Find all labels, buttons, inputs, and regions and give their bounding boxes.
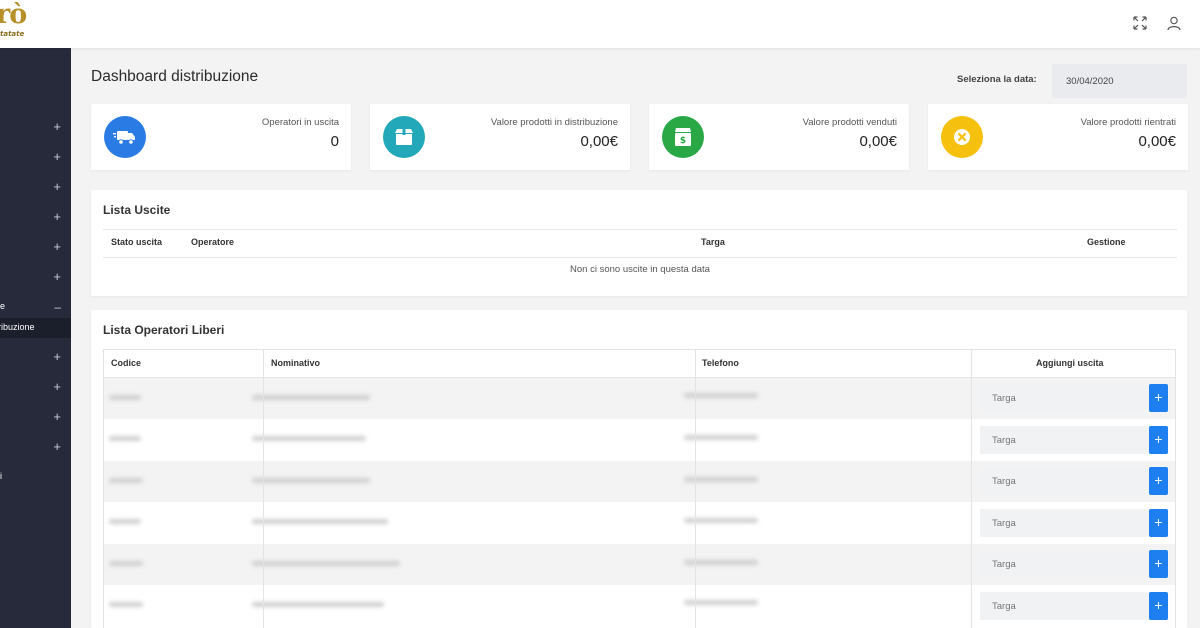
card-label: Valore prodotti venduti	[802, 117, 897, 128]
operatori-title: Lista Operatori Liberi	[103, 323, 225, 337]
logo[interactable]: rò tatate	[0, 2, 40, 42]
sidebar-item-9[interactable]: +	[0, 374, 71, 402]
column-header-operatore: Operatore	[191, 237, 235, 247]
expand-toggle-icon: +	[53, 209, 61, 224]
column-divider	[971, 350, 972, 628]
add-uscita-button[interactable]: +	[1149, 592, 1168, 620]
operatori-table: Codice Nominativo Telefono Aggiungi usci…	[103, 349, 1176, 628]
targa-input[interactable]	[980, 384, 1150, 412]
column-header-codice: Codice	[111, 358, 142, 368]
empty-message: Non ci sono uscite in questa data	[570, 264, 710, 275]
card-value: 0,00€	[580, 133, 618, 150]
svg-text:$: $	[680, 136, 686, 146]
sidebar-item-10[interactable]: +	[0, 404, 71, 432]
column-header-stato: Stato uscita	[111, 237, 163, 247]
redacted-codice	[109, 561, 143, 566]
sidebar-item-5[interactable]: +	[0, 234, 71, 262]
card-label: Operatori in uscita	[261, 117, 339, 128]
column-header-gestione: Gestione	[1087, 237, 1126, 247]
column-divider	[695, 350, 696, 628]
add-uscita-button[interactable]: +	[1149, 509, 1168, 537]
expand-toggle-icon: +	[53, 269, 61, 284]
add-uscita-button[interactable]: +	[1149, 550, 1168, 578]
close-circle-icon	[941, 116, 983, 158]
top-bar: rò tatate	[0, 0, 1200, 48]
expand-toggle-icon: +	[53, 379, 61, 394]
redacted-nominativo	[252, 519, 388, 524]
stat-card-valore-venduti: $ Valore prodotti venduti 0,00€	[649, 104, 909, 170]
expand-toggle-icon: +	[53, 349, 61, 364]
sidebar-item-label: e	[0, 301, 6, 311]
stat-card-operatori-uscita: Operatori in uscita 0	[91, 104, 351, 170]
date-label: Seleziona la data:	[957, 74, 1037, 85]
card-label: Valore prodotti in distribuzione	[490, 117, 618, 128]
expand-toggle-icon: +	[53, 119, 61, 134]
targa-input[interactable]	[980, 550, 1150, 578]
redacted-nominativo	[252, 395, 370, 400]
expand-arrows-icon[interactable]	[1132, 15, 1150, 33]
redacted-nominativo	[252, 602, 384, 607]
add-uscita-button[interactable]: +	[1149, 384, 1168, 412]
card-value: 0,00€	[859, 133, 897, 150]
sidebar-item-12[interactable]: i	[0, 464, 71, 492]
page-title: Dashboard distribuzione	[91, 68, 259, 85]
add-uscita-button[interactable]: +	[1149, 467, 1168, 495]
user-icon[interactable]	[1166, 15, 1184, 33]
redacted-codice	[109, 519, 141, 524]
redacted-codice	[109, 395, 141, 400]
sidebar-item-4[interactable]: +	[0, 204, 71, 232]
targa-input[interactable]	[980, 426, 1150, 454]
add-uscita-button[interactable]: +	[1149, 426, 1168, 454]
collapse-toggle-icon: –	[54, 300, 61, 314]
logo-subtext: tatate	[0, 30, 25, 38]
expand-toggle-icon: +	[53, 409, 61, 424]
card-value: 0	[330, 133, 339, 150]
date-input[interactable]	[1052, 64, 1187, 98]
redacted-codice	[109, 478, 143, 483]
expand-toggle-icon: +	[53, 439, 61, 454]
targa-input[interactable]	[980, 509, 1150, 537]
column-header-telefono: Telefono	[702, 358, 739, 368]
redacted-nominativo	[252, 436, 366, 441]
sidebar-item-6[interactable]: +	[0, 264, 71, 292]
sidebar-item-3[interactable]: +	[0, 174, 71, 202]
targa-input[interactable]	[980, 467, 1150, 495]
divider	[103, 257, 1177, 258]
operatori-panel: Lista Operatori Liberi Codice Nominativo…	[91, 310, 1187, 628]
sidebar-item-2[interactable]: +	[0, 144, 71, 172]
divider	[103, 229, 1177, 230]
column-header-targa: Targa	[701, 237, 725, 247]
targa-input[interactable]	[980, 592, 1150, 620]
delivery-truck-icon	[104, 116, 146, 158]
uscite-title: Lista Uscite	[103, 203, 171, 217]
sidebar-item-1[interactable]: +	[0, 114, 71, 142]
column-header-nominativo: Nominativo	[271, 358, 321, 368]
sidebar: + + + + + + e – ribuzione + + + + i	[0, 48, 71, 628]
sidebar-item-8[interactable]: +	[0, 344, 71, 372]
redacted-codice	[109, 436, 141, 441]
sidebar-subitem-label: ribuzione	[0, 322, 35, 332]
stat-card-valore-distribuzione: Valore prodotti in distribuzione 0,00€	[370, 104, 630, 170]
expand-toggle-icon: +	[53, 179, 61, 194]
card-label: Valore prodotti rientrati	[1080, 117, 1176, 128]
card-value: 0,00€	[1138, 133, 1176, 150]
redacted-nominativo	[252, 478, 370, 483]
money-box-icon: $	[662, 116, 704, 158]
column-divider	[263, 350, 264, 628]
sidebar-item-11[interactable]: +	[0, 434, 71, 462]
logo-text: rò	[0, 2, 27, 30]
redacted-codice	[109, 602, 143, 607]
sidebar-item-label: i	[0, 471, 2, 481]
box-icon	[383, 116, 425, 158]
stat-card-valore-rientrati: Valore prodotti rientrati 0,00€	[928, 104, 1188, 170]
redacted-nominativo	[252, 561, 400, 566]
expand-toggle-icon: +	[53, 239, 61, 254]
column-header-aggiungi-uscita: Aggiungi uscita	[1036, 358, 1104, 368]
expand-toggle-icon: +	[53, 149, 61, 164]
uscite-panel: Lista Uscite Stato uscita Operatore Targ…	[91, 190, 1187, 296]
sidebar-subitem-dashboard-distribuzione[interactable]: ribuzione	[0, 318, 71, 338]
